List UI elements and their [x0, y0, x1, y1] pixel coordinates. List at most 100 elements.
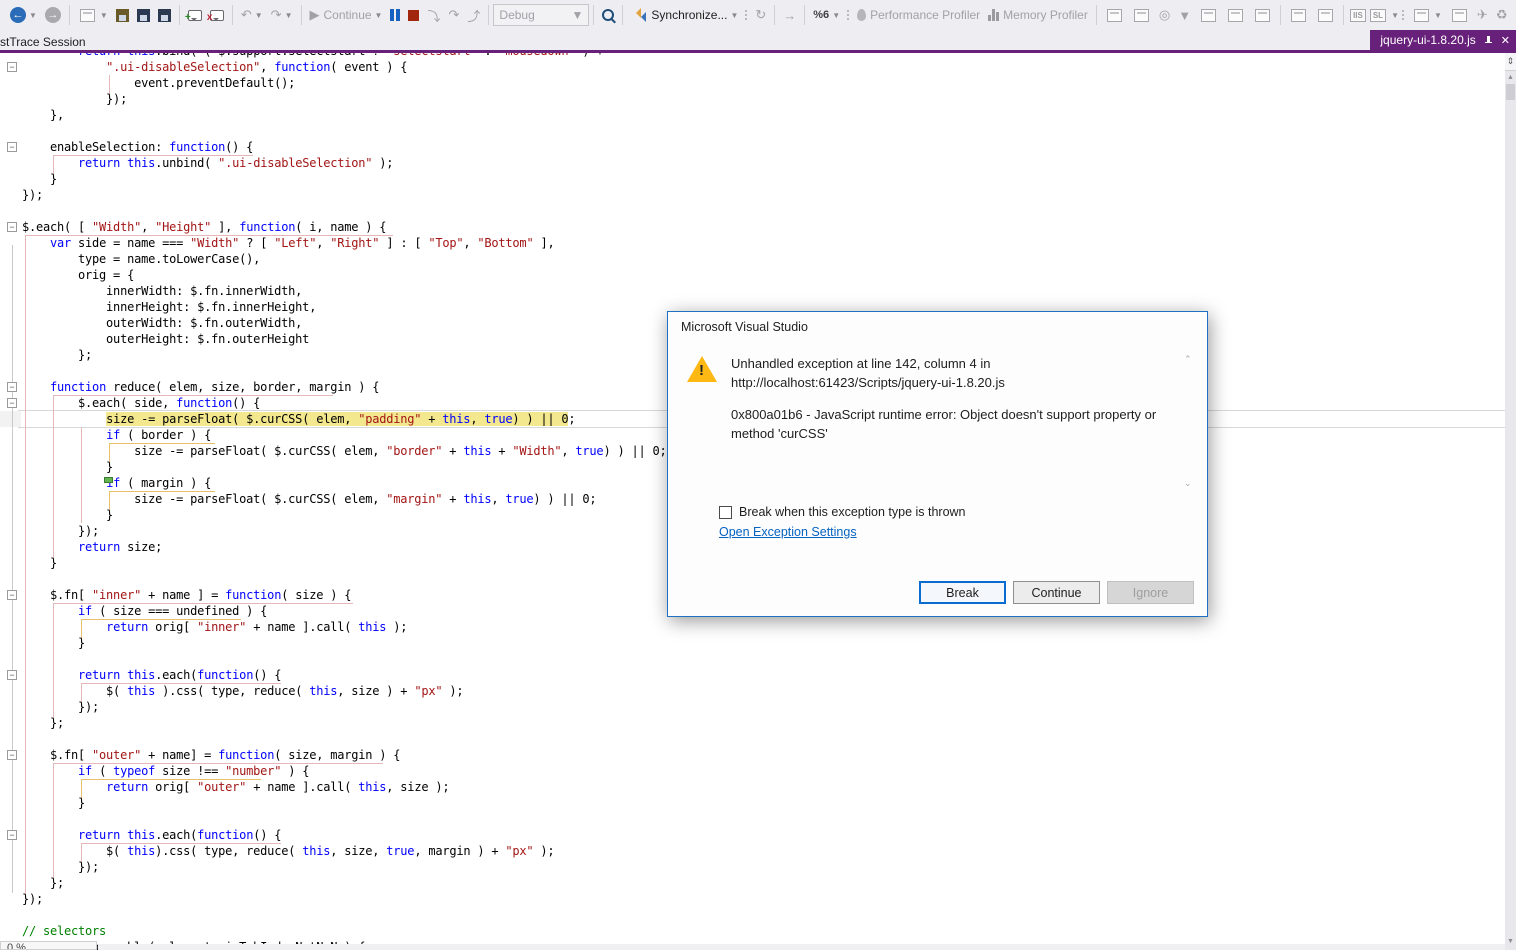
code-line[interactable]: if ( size === undefined ) { — [22, 603, 667, 619]
break-button[interactable]: Break — [919, 581, 1006, 604]
code-line[interactable]: // selectors — [22, 923, 667, 939]
filter-button[interactable]: ▼ — [1175, 3, 1194, 27]
code-line[interactable]: orig = { — [22, 267, 667, 283]
continue-button[interactable]: Continue — [1013, 581, 1100, 604]
code-line[interactable]: return this.each(function() { — [22, 827, 667, 843]
code-line[interactable]: event.preventDefault(); — [22, 75, 667, 91]
performance-profiler-button[interactable]: Performance Profiler — [854, 3, 983, 27]
code-line[interactable]: return this.unbind( ".ui-disableSelectio… — [22, 155, 667, 171]
fold-collapse-marker[interactable]: − — [7, 222, 17, 232]
error-list-button[interactable]: ▼ — [1409, 3, 1445, 27]
code-line[interactable] — [22, 123, 667, 139]
show-diagnostics-button[interactable]: ◎ — [1156, 3, 1173, 27]
code-line[interactable]: } — [22, 459, 667, 475]
code-line[interactable] — [22, 731, 667, 747]
code-window-button[interactable] — [1313, 3, 1338, 27]
code-line[interactable]: }; — [22, 715, 667, 731]
ignore-button[interactable]: Ignore — [1107, 581, 1194, 604]
screenshot-button[interactable] — [1250, 3, 1275, 27]
code-line[interactable] — [22, 651, 667, 667]
synchronize-button[interactable]: Synchronize... ▼ — [628, 3, 741, 27]
pin-button[interactable]: ✈ — [1474, 3, 1491, 27]
code-line[interactable]: } — [22, 795, 667, 811]
code-line[interactable]: ".ui-disableSelection", function( event … — [22, 59, 667, 75]
code-line[interactable]: size -= parseFloat( $.curCSS( elem, "pad… — [22, 411, 667, 427]
copy-window-button[interactable] — [1447, 3, 1472, 27]
code-line[interactable]: }); — [22, 699, 667, 715]
redo-button[interactable]: ↷ ▼ — [268, 3, 296, 27]
checkbox-icon[interactable] — [719, 505, 732, 519]
fold-collapse-marker[interactable]: − — [7, 830, 17, 840]
code-line[interactable]: $( this).css( type, reduce( this, size, … — [22, 843, 667, 859]
editor-zoom-control[interactable]: 0 % — [0, 941, 97, 950]
code-line[interactable] — [22, 811, 667, 827]
code-line[interactable]: var side = name === "Width" ? [ "Left", … — [22, 235, 667, 251]
code-line[interactable]: enableSelection: function() { — [22, 139, 667, 155]
code-line[interactable]: }, — [22, 107, 667, 123]
watch-window-button[interactable] — [1196, 3, 1221, 27]
code-line[interactable] — [22, 571, 667, 587]
code-line[interactable]: $.fn[ "inner" + name ] = function( size … — [22, 587, 667, 603]
memory-profiler-button[interactable]: Memory Profiler — [985, 3, 1091, 27]
code-line[interactable]: outerHeight: $.fn.outerHeight — [22, 331, 667, 347]
code-line[interactable]: return orig[ "inner" + name ].call( this… — [22, 619, 667, 635]
fold-collapse-marker[interactable]: − — [7, 142, 17, 152]
code-line[interactable]: outerWidth: $.fn.outerWidth, — [22, 315, 667, 331]
scroll-up-arrow[interactable]: ▲ — [1506, 74, 1515, 81]
code-line[interactable] — [22, 363, 667, 379]
fold-collapse-marker[interactable]: − — [7, 750, 17, 760]
code-line[interactable]: if ( border ) { — [22, 427, 667, 443]
code-line[interactable]: if ( margin ) { — [22, 475, 667, 491]
code-line[interactable]: }; — [22, 347, 667, 363]
toolbar-drag-handle[interactable] — [745, 8, 748, 22]
scroll-down-arrow[interactable]: ▼ — [1506, 938, 1515, 945]
split-window-handle[interactable]: ⇕ — [1505, 53, 1516, 71]
code-line[interactable] — [22, 203, 667, 219]
code-line[interactable]: $( this ).css( type, reduce( this, size … — [22, 683, 667, 699]
fold-collapse-marker[interactable]: − — [7, 398, 17, 408]
code-line[interactable]: innerHeight: $.fn.innerHeight, — [22, 299, 667, 315]
dialog-scroll-down-icon[interactable]: ⌄ — [1184, 478, 1192, 489]
navigate-forward-button[interactable]: → — [42, 3, 64, 27]
toolbar-drag-handle[interactable] — [1402, 8, 1405, 22]
code-line[interactable]: $.fn[ "outer" + name] = function( size, … — [22, 747, 667, 763]
code-line[interactable]: return size; — [22, 539, 667, 555]
code-line[interactable]: }); — [22, 91, 667, 107]
code-line[interactable]: }); — [22, 891, 667, 907]
code-line[interactable]: }); — [22, 523, 667, 539]
code-line[interactable]: $.each( [ "Width", "Height" ], function(… — [22, 219, 667, 235]
horizontal-scrollbar[interactable] — [98, 944, 1505, 950]
paste-button[interactable]: ▼ — [75, 3, 111, 27]
fold-collapse-marker[interactable]: − — [7, 62, 17, 72]
fold-collapse-marker[interactable]: − — [7, 670, 17, 680]
code-line[interactable]: }); — [22, 187, 667, 203]
dialog-scroll-up-icon[interactable]: ⌃ — [1184, 354, 1192, 365]
step-over-button[interactable]: ↷ — [445, 3, 462, 27]
code-line[interactable]: return orig[ "outer" + name ].call( this… — [22, 779, 667, 795]
vertical-scrollbar[interactable] — [1505, 53, 1516, 950]
code-line[interactable]: }; — [22, 875, 667, 891]
code-line[interactable]: } — [22, 507, 667, 523]
go-button[interactable]: → — [780, 3, 799, 27]
exception-settings-button[interactable] — [1129, 3, 1154, 27]
breakpoints-window-button[interactable] — [1102, 3, 1127, 27]
code-line[interactable]: type = name.toLowerCase(), — [22, 251, 667, 267]
code-line[interactable]: if ( typeof size !== "number" ) { — [22, 763, 667, 779]
find-in-files-button[interactable] — [599, 3, 617, 27]
close-icon[interactable]: ✕ — [1501, 34, 1510, 47]
undo-button[interactable]: ↶ ▼ — [238, 3, 266, 27]
fold-collapse-marker[interactable]: − — [7, 590, 17, 600]
intellitrace-session-label[interactable]: stTrace Session — [0, 35, 86, 49]
stop-button[interactable] — [405, 3, 422, 27]
open-exception-settings-link[interactable]: Open Exception Settings — [719, 525, 857, 539]
code-line[interactable]: } — [22, 635, 667, 651]
reload-page-button[interactable] — [1223, 3, 1248, 27]
hex-display-button[interactable]: %6 ▼ — [810, 3, 843, 27]
code-line[interactable]: } — [22, 555, 667, 571]
code-line[interactable]: size -= parseFloat( $.curCSS( elem, "mar… — [22, 491, 667, 507]
code-line[interactable]: function reduce( elem, size, border, mar… — [22, 379, 667, 395]
document-tab-jquery-ui[interactable]: jquery-ui-1.8.20.js ✕ — [1370, 30, 1516, 50]
code-line[interactable]: $.each( side, function() { — [22, 395, 667, 411]
fold-collapse-marker[interactable]: − — [7, 382, 17, 392]
output-window-button[interactable] — [1286, 3, 1311, 27]
